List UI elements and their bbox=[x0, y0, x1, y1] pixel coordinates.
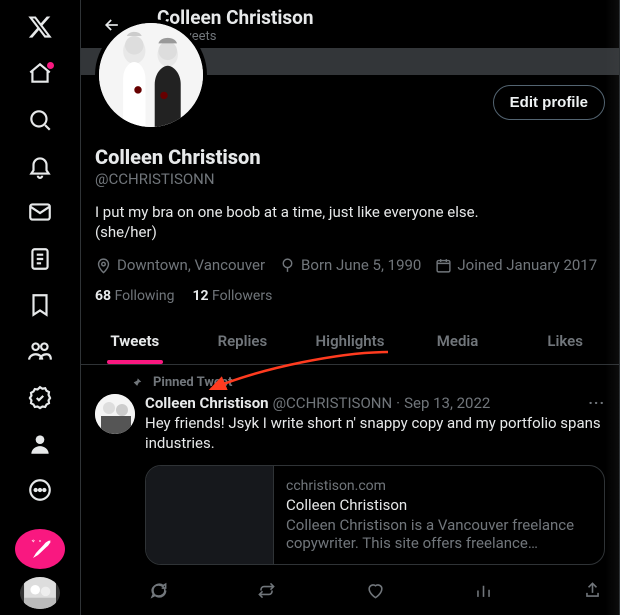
messages-icon[interactable] bbox=[16, 193, 64, 231]
notifications-icon[interactable] bbox=[16, 147, 64, 185]
location-text: Downtown, Vancouver bbox=[117, 256, 265, 274]
link-card[interactable]: cchristison.com Colleen Christison Colle… bbox=[145, 465, 605, 565]
tweet-author-name[interactable]: Colleen Christison bbox=[145, 394, 269, 412]
link-card-domain: cchristison.com bbox=[286, 478, 592, 494]
home-icon[interactable] bbox=[16, 54, 64, 92]
link-card-description: Colleen Christison is a Vancouver freela… bbox=[286, 516, 592, 552]
birth-text: Born June 5, 1990 bbox=[301, 256, 421, 274]
tab-replies[interactable]: Replies bbox=[189, 318, 297, 364]
tab-tweets[interactable]: Tweets bbox=[81, 318, 189, 364]
pinned-label: Pinned Tweet bbox=[153, 375, 232, 390]
pinned-indicator: Pinned Tweet bbox=[95, 375, 605, 390]
pinned-tweet[interactable]: Pinned Tweet Colleen Christison @CCHRIST… bbox=[81, 365, 619, 565]
tweet-more-button[interactable]: ··· bbox=[588, 394, 605, 412]
bookmarks-icon[interactable] bbox=[16, 286, 64, 324]
tweet-actions bbox=[81, 565, 619, 615]
follow-stats: 68 Following 12 Followers bbox=[95, 288, 605, 304]
compose-button[interactable] bbox=[15, 529, 65, 569]
tweet-header: Colleen Christison @CCHRISTISONN · Sep 1… bbox=[145, 394, 605, 412]
edit-profile-button[interactable]: Edit profile bbox=[493, 85, 605, 120]
profile-avatar[interactable] bbox=[95, 19, 207, 131]
tweet-date[interactable]: Sep 13, 2022 bbox=[404, 394, 490, 412]
scrollbar[interactable] bbox=[605, 0, 619, 615]
profile-icon[interactable] bbox=[16, 425, 64, 463]
joined-text: Joined January 2017 bbox=[457, 256, 597, 274]
main-column: Colleen Christison 40 Tweets bbox=[80, 0, 620, 615]
share-button[interactable] bbox=[575, 573, 609, 607]
join-date: Joined January 2017 bbox=[435, 256, 597, 274]
calendar-icon bbox=[435, 257, 452, 274]
retweet-button[interactable] bbox=[250, 573, 284, 607]
views-button[interactable] bbox=[467, 573, 501, 607]
tweet-sep: · bbox=[396, 394, 400, 412]
profile-info: Colleen Christison @CCHRISTISONN I put m… bbox=[81, 145, 619, 305]
tweet-avatar[interactable] bbox=[95, 394, 135, 434]
link-card-title: Colleen Christison bbox=[286, 496, 592, 514]
followers-count: 12 bbox=[192, 288, 208, 304]
tab-media[interactable]: Media bbox=[404, 318, 512, 364]
verified-icon[interactable] bbox=[16, 378, 64, 416]
bio: I put my bra on one boob at a time, just… bbox=[95, 202, 605, 243]
following-count: 68 bbox=[95, 288, 111, 304]
location-icon bbox=[95, 257, 112, 274]
bio-line-1: I put my bra on one boob at a time, just… bbox=[95, 203, 479, 221]
handle: @CCHRISTISONN bbox=[95, 170, 605, 188]
profile-actions-row: Edit profile bbox=[81, 75, 619, 139]
tab-likes[interactable]: Likes bbox=[511, 318, 619, 364]
lists-icon[interactable] bbox=[16, 239, 64, 277]
link-card-thumb bbox=[146, 466, 274, 564]
x-logo[interactable] bbox=[16, 8, 64, 46]
tab-highlights[interactable]: Highlights bbox=[296, 318, 404, 364]
birth-date: Born June 5, 1990 bbox=[279, 256, 421, 274]
followers-link[interactable]: 12 Followers bbox=[192, 288, 272, 304]
like-button[interactable] bbox=[358, 573, 392, 607]
profile-tabs: Tweets Replies Highlights Media Likes bbox=[81, 318, 619, 365]
location: Downtown, Vancouver bbox=[95, 256, 265, 274]
tweet-author-handle[interactable]: @CCHRISTISONN bbox=[273, 394, 393, 412]
search-icon[interactable] bbox=[16, 101, 64, 139]
profile-meta: Downtown, Vancouver Born June 5, 1990 Jo… bbox=[95, 256, 605, 274]
communities-icon[interactable] bbox=[16, 332, 64, 370]
tweet-text: Hey friends! Jsyk I write short n' snapp… bbox=[145, 414, 605, 453]
account-avatar[interactable] bbox=[20, 577, 60, 609]
following-label: Following bbox=[115, 288, 175, 304]
pin-icon bbox=[129, 376, 143, 390]
balloon-icon bbox=[279, 257, 296, 274]
display-name: Colleen Christison bbox=[95, 145, 605, 169]
more-icon[interactable] bbox=[16, 471, 64, 509]
nav-rail bbox=[0, 0, 80, 615]
reply-button[interactable] bbox=[141, 573, 175, 607]
header-display-name: Colleen Christison bbox=[157, 6, 314, 29]
followers-label: Followers bbox=[212, 288, 272, 304]
following-link[interactable]: 68 Following bbox=[95, 288, 174, 304]
bio-line-2: (she/her) bbox=[95, 223, 157, 241]
